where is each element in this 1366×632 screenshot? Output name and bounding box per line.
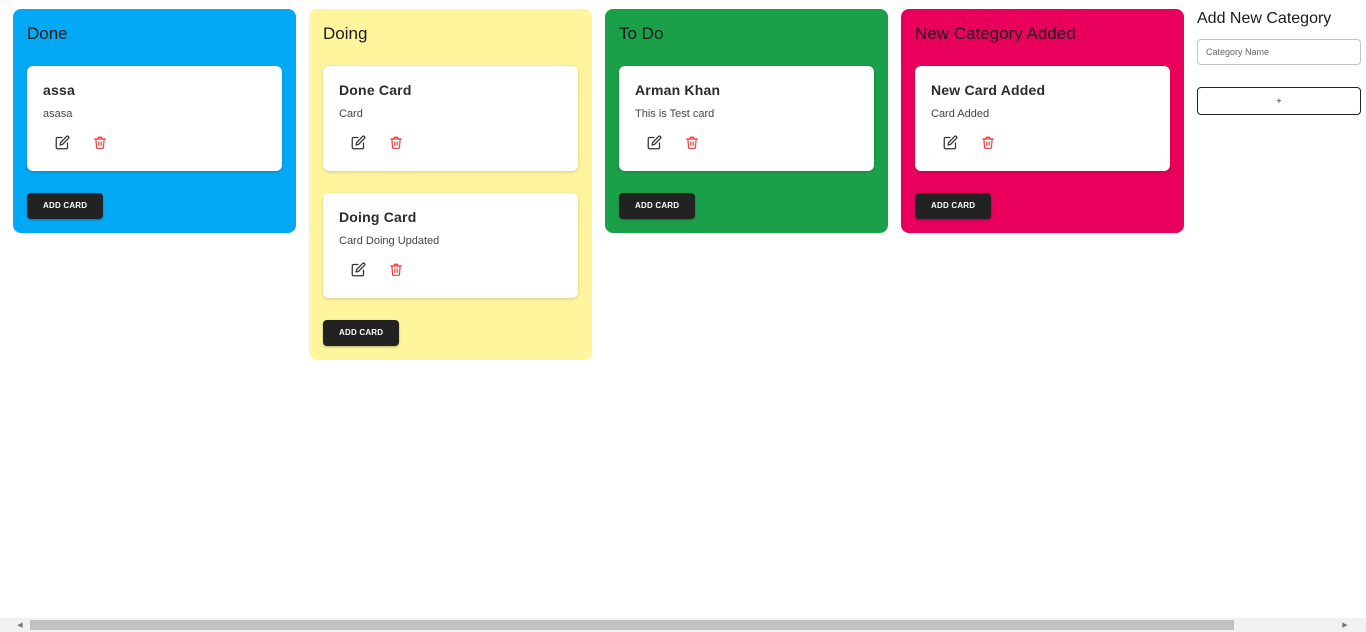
edit-card-button[interactable] [940, 132, 960, 152]
edit-card-button[interactable] [348, 259, 368, 279]
edit-card-button[interactable] [644, 132, 664, 152]
kanban-board: Done assa asasa ADD CARD Doing Done Card Card D… [13, 9, 1197, 360]
edit-icon [55, 135, 70, 150]
scrollbar-thumb[interactable] [30, 620, 1234, 630]
category-column: To Do Arman Khan This is Test card ADD CARD [605, 9, 888, 233]
column-title: To Do [619, 24, 664, 43]
scroll-left-arrow-icon[interactable]: ◀ [13, 618, 27, 632]
trash-icon [685, 135, 699, 150]
add-card-button[interactable]: ADD CARD [27, 193, 104, 219]
category-column: New Category Added New Card Added Card Add… [901, 9, 1184, 233]
trash-icon [389, 262, 403, 277]
card-description: Card [339, 108, 363, 120]
trash-icon [93, 135, 107, 150]
edit-icon [351, 262, 366, 277]
category-column: Done assa asasa ADD CARD [13, 9, 296, 233]
card-title: New Card Added [931, 82, 1046, 98]
add-category-panel: Add New Category + [1197, 9, 1366, 115]
delete-card-button[interactable] [386, 259, 406, 279]
card-actions [635, 132, 858, 152]
category-name-input[interactable] [1197, 39, 1361, 65]
card-description: asasa [43, 108, 73, 120]
edit-icon [351, 135, 366, 150]
add-card-button[interactable]: ADD CARD [619, 193, 696, 219]
column-title: Doing [323, 24, 368, 43]
add-category-button[interactable]: + [1197, 87, 1361, 115]
card-description: This is Test card [635, 108, 715, 120]
add-card-button[interactable]: ADD CARD [323, 320, 400, 346]
edit-card-button[interactable] [348, 132, 368, 152]
card-actions [339, 132, 562, 152]
card-title: Doing Card [339, 209, 417, 225]
column-title: New Category Added [915, 24, 1076, 43]
card-title: Done Card [339, 82, 412, 98]
delete-card-button[interactable] [682, 132, 702, 152]
delete-card-button[interactable] [978, 132, 998, 152]
add-card-button[interactable]: ADD CARD [915, 193, 992, 219]
task-card: Done Card Card [323, 66, 578, 171]
task-card: assa asasa [27, 66, 282, 171]
plus-icon: + [1276, 96, 1282, 106]
category-column: Doing Done Card Card Doing Card Card Doing U… [309, 9, 592, 360]
column-title: Done [27, 24, 68, 43]
task-card: New Card Added Card Added [915, 66, 1170, 171]
horizontal-scrollbar[interactable]: ◀ ▶ [0, 618, 1366, 632]
scroll-right-arrow-icon[interactable]: ▶ [1338, 618, 1352, 632]
task-card: Arman Khan This is Test card [619, 66, 874, 171]
card-actions [931, 132, 1154, 152]
card-description: Card Added [931, 108, 990, 120]
card-title: assa [43, 82, 75, 98]
delete-card-button[interactable] [90, 132, 110, 152]
edit-icon [647, 135, 662, 150]
card-actions [339, 259, 562, 279]
card-actions [43, 132, 266, 152]
trash-icon [981, 135, 995, 150]
card-title: Arman Khan [635, 82, 721, 98]
trash-icon [389, 135, 403, 150]
edit-icon [943, 135, 958, 150]
edit-card-button[interactable] [52, 132, 72, 152]
add-category-title: Add New Category [1197, 10, 1332, 27]
task-card: Doing Card Card Doing Updated [323, 193, 578, 298]
delete-card-button[interactable] [386, 132, 406, 152]
card-description: Card Doing Updated [339, 235, 440, 247]
